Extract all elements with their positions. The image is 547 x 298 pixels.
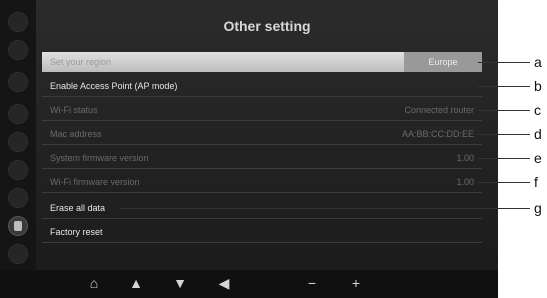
mac-address-value: AA:BB:CC:DD:EE (401, 129, 474, 139)
wifi-status-value: Connected router (404, 105, 474, 115)
wifi-firmware-label: Wi-Fi firmware version (50, 177, 140, 187)
system-firmware-value: 1.00 (456, 153, 474, 163)
home-icon[interactable]: ⌂ (84, 273, 104, 293)
erase-all-label: Erase all data (50, 203, 106, 213)
mac-address-row: Mac address AA:BB:CC:DD:EE (42, 124, 482, 145)
sidebar-menu-icon[interactable] (8, 244, 28, 264)
sidebar-menu-icon[interactable] (8, 188, 28, 208)
sidebar-menu-icon[interactable] (8, 104, 28, 124)
page-title: Other setting (223, 18, 311, 34)
callout-label: c (534, 102, 541, 118)
callout-label: f (534, 174, 538, 190)
callout-label: g (534, 200, 542, 216)
callout-line (478, 110, 530, 111)
plus-icon[interactable]: + (346, 273, 366, 293)
region-select[interactable]: Europe (404, 52, 482, 72)
minus-icon[interactable]: − (302, 273, 322, 293)
sidebar-menu-icon[interactable] (8, 12, 28, 32)
access-point-row[interactable]: Enable Access Point (AP mode) (42, 76, 482, 97)
device-frame: Other setting Set your region Europe Ena… (0, 0, 498, 298)
callout-line (478, 182, 530, 183)
system-firmware-row: System firmware version 1.00 (42, 148, 482, 169)
factory-reset-label: Factory reset (50, 227, 103, 237)
wifi-status-row: Wi-Fi status Connected router (42, 100, 482, 121)
system-firmware-label: System firmware version (50, 153, 149, 163)
callout-line (478, 134, 530, 135)
callout-line (478, 158, 530, 159)
sidebar-menu-icon[interactable] (8, 160, 28, 180)
sidebar (0, 0, 36, 270)
callout-label: e (534, 150, 542, 166)
mac-address-label: Mac address (50, 129, 102, 139)
back-arrow-icon[interactable]: ◀ (214, 273, 234, 293)
sidebar-menu-icon[interactable] (8, 132, 28, 152)
callout-label: a (534, 54, 542, 70)
region-row[interactable]: Set your region Europe (42, 52, 482, 72)
sidebar-menu-icon[interactable] (8, 72, 28, 92)
settings-icon[interactable] (8, 216, 28, 236)
wifi-firmware-value: 1.00 (456, 177, 474, 187)
region-label: Set your region (50, 57, 112, 67)
callout-label: b (534, 78, 542, 94)
callout-line (478, 86, 530, 87)
callout-label: d (534, 126, 542, 142)
bottom-nav-bar: ⌂ ▲ ▼ ◀ − + (0, 270, 498, 298)
access-point-label: Enable Access Point (AP mode) (50, 81, 178, 91)
wifi-firmware-row: Wi-Fi firmware version 1.00 (42, 172, 482, 193)
wifi-status-label: Wi-Fi status (50, 105, 98, 115)
callout-line (120, 208, 530, 209)
down-arrow-icon[interactable]: ▼ (170, 273, 190, 293)
factory-reset-row[interactable]: Factory reset (42, 222, 482, 243)
settings-screen: Other setting Set your region Europe Ena… (36, 0, 498, 270)
up-arrow-icon[interactable]: ▲ (126, 273, 146, 293)
sidebar-menu-icon[interactable] (8, 40, 28, 60)
callout-line (478, 62, 530, 63)
